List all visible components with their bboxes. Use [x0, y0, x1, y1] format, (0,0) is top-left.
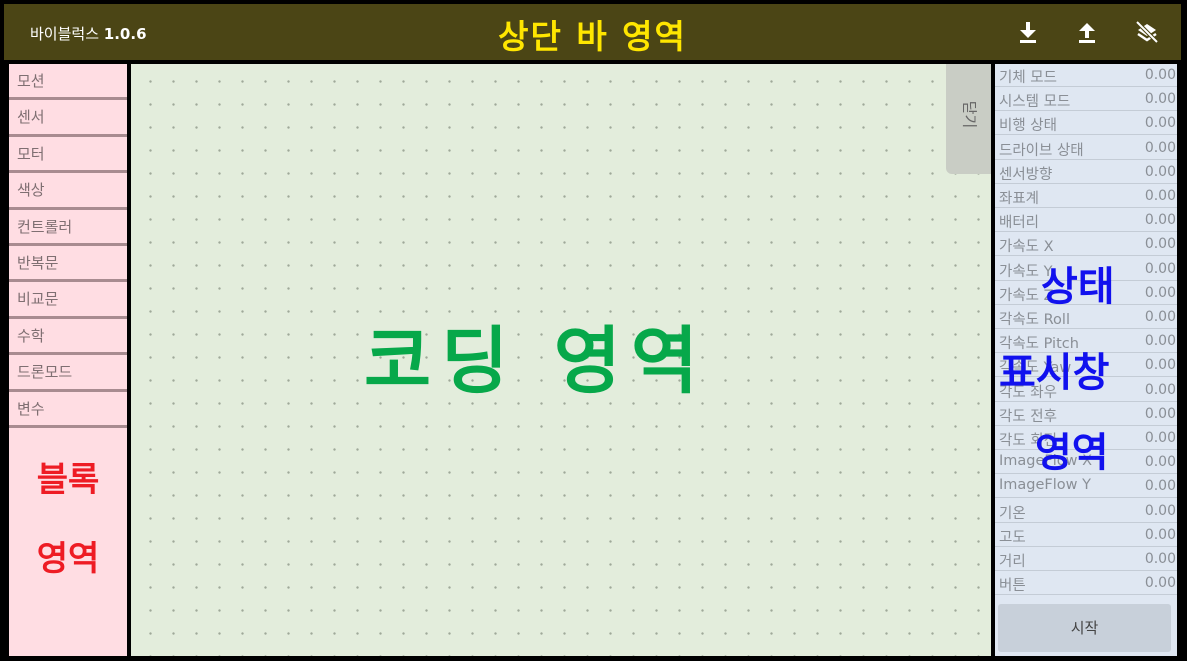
status-label: 버튼	[999, 578, 1026, 595]
close-tab-label: 닫기	[960, 100, 979, 129]
block-category-sidebar: 모션 센서 모터 색상 컨트롤러 반복문 비교문 수학 드론모드 변수 블록 영…	[9, 64, 127, 656]
top-bar: 바이블럭스 1.0.6 상단 바 영역	[4, 4, 1181, 60]
status-value: 0.00	[1144, 333, 1176, 350]
block-area-label-line1: 블록	[36, 460, 100, 500]
status-value: 0.00	[1144, 67, 1176, 83]
category-math[interactable]: 수학	[9, 319, 127, 356]
status-row: 가속도 X 0.00	[995, 233, 1177, 257]
status-row: 배터리 0.00	[995, 209, 1177, 233]
category-drone-mode[interactable]: 드론모드	[9, 355, 127, 392]
status-value: 0.00	[1144, 188, 1176, 204]
status-value: 0.00	[1144, 478, 1176, 495]
status-label: 센서방향	[999, 166, 1053, 183]
status-value: 0.00	[1144, 575, 1176, 592]
status-value: 0.00	[1144, 260, 1176, 277]
status-label: 고도	[999, 529, 1026, 546]
top-bar-area-label: 상단 바 영역	[498, 17, 687, 56]
status-row: 거리 0.00	[995, 548, 1177, 571]
status-row: 시스템 모드 0.00	[995, 88, 1177, 112]
status-row: 버튼 0.00	[995, 572, 1177, 596]
status-value: 0.00	[1144, 115, 1176, 132]
status-value: 0.00	[1144, 284, 1176, 301]
block-area-label-line2: 영역	[36, 539, 100, 579]
close-tab-button[interactable]: 닫기	[946, 64, 991, 174]
status-area-label-line2: 표시창	[999, 350, 1110, 396]
status-value: 0.00	[1144, 309, 1176, 325]
status-value: 0.00	[1144, 502, 1176, 519]
status-row: ImageFlow Y 0.00	[995, 475, 1177, 499]
status-value: 0.00	[1144, 405, 1176, 422]
status-value: 0.00	[1144, 357, 1176, 374]
download-icon[interactable]	[1015, 18, 1041, 46]
status-area-label-line3: 영역	[1035, 430, 1109, 476]
status-value: 0.00	[1144, 430, 1176, 446]
category-motor[interactable]: 모터	[9, 137, 127, 174]
status-row: 고도 0.00	[995, 524, 1177, 547]
category-sensor[interactable]: 센서	[9, 100, 127, 137]
status-label: 기체 모드	[999, 70, 1057, 86]
status-label: 좌표계	[999, 191, 1040, 207]
category-comparison[interactable]: 비교문	[9, 282, 127, 319]
coding-area-label: 코딩 영역	[364, 319, 709, 404]
status-value: 0.00	[1144, 381, 1176, 398]
category-motion[interactable]: 모션	[9, 64, 127, 101]
start-button[interactable]: 시작	[998, 604, 1171, 652]
status-value: 0.00	[1144, 163, 1176, 180]
category-loop[interactable]: 반복문	[9, 246, 127, 283]
status-row: 기체 모드 0.00	[995, 64, 1177, 87]
status-label: 기온	[999, 505, 1026, 522]
status-label: 시스템 모드	[999, 94, 1071, 111]
status-area-label-line1: 상태	[1041, 264, 1115, 310]
disconnect-icon[interactable]	[1134, 18, 1160, 46]
status-row: 좌표계 0.00	[995, 185, 1177, 208]
status-value: 0.00	[1144, 139, 1176, 156]
status-row: 드라이브 상태 0.00	[995, 137, 1177, 160]
status-value: 0.00	[1144, 454, 1176, 471]
status-row: 기온 0.00	[995, 500, 1177, 523]
status-label: 비행 상태	[999, 118, 1057, 135]
status-row: 비행 상태 0.00	[995, 112, 1177, 136]
category-variable[interactable]: 변수	[9, 392, 127, 428]
status-row: 센서방향 0.00	[995, 161, 1177, 184]
status-value: 0.00	[1144, 212, 1176, 229]
status-value: 0.00	[1144, 236, 1176, 253]
status-value: 0.00	[1144, 91, 1176, 108]
upload-icon[interactable]	[1074, 18, 1100, 46]
category-color[interactable]: 색상	[9, 173, 127, 210]
status-value: 0.00	[1144, 526, 1176, 543]
status-value: 0.00	[1144, 551, 1176, 567]
status-label: 배터리	[999, 215, 1040, 232]
status-label: ImageFlow Y	[999, 477, 1091, 494]
status-label: 거리	[999, 554, 1026, 570]
status-label: 드라이브 상태	[999, 142, 1084, 159]
category-controller[interactable]: 컨트롤러	[9, 210, 127, 246]
